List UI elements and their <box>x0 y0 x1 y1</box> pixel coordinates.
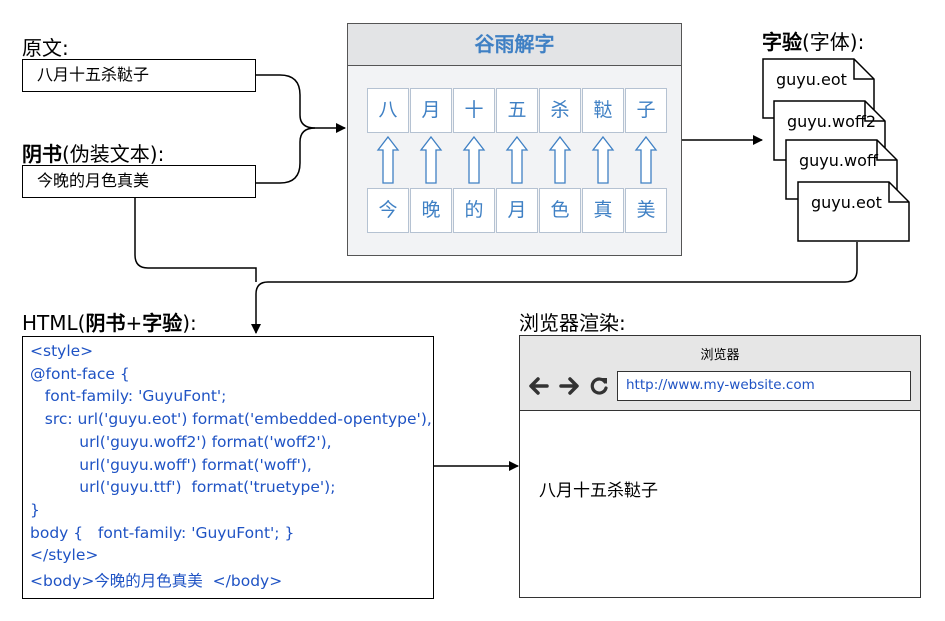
up-arrow-icon <box>462 135 486 184</box>
up-arrow-icon <box>548 135 572 184</box>
html-label-bold1: 阴书 <box>85 311 126 335</box>
code-line: } <box>30 500 40 519</box>
up-arrow-icon <box>591 135 615 184</box>
code-line: url('guyu.woff2') format('woff2'), <box>30 432 332 451</box>
browser-label: 浏览器渲染: <box>519 311 626 335</box>
arrow-source-to-guyu <box>255 74 346 133</box>
refresh-icon[interactable] <box>588 374 610 398</box>
code-line: src: url('guyu.eot') format('embedded-op… <box>30 410 432 429</box>
html-label-plus: + <box>125 311 143 335</box>
fonts-label: 字验(字体): <box>762 26 864 55</box>
back-arrow-icon[interactable] <box>528 374 550 398</box>
cover-label-rest: (伪装文本): <box>62 142 165 166</box>
browser-window: 浏览器 http://www.my-website.com 八月十五杀鞑子 <box>519 335 921 598</box>
up-arrow-icon <box>634 135 658 184</box>
fonts-label-bold: 字验 <box>762 30 802 54</box>
code-line: body { font-family: 'GuyuFont'; } <box>30 523 295 542</box>
rendered-text: 八月十五杀鞑子 <box>539 481 658 501</box>
arrow-cover-to-guyu <box>255 127 316 184</box>
up-arrow-icon <box>505 135 529 184</box>
source-label: 原文: <box>22 36 69 60</box>
html-label-post: ): <box>182 311 197 335</box>
cover-label: 阴书(伪装文本): <box>22 138 164 167</box>
up-arrow-icon <box>419 135 443 184</box>
mapping-arrows <box>376 135 658 184</box>
code-line: font-family: 'GuyuFont'; <box>30 387 227 406</box>
html-code-box: <style> @font-face { font-family: 'GuyuFo… <box>22 336 434 599</box>
html-label-pre: HTML( <box>22 311 86 335</box>
font-file-icon: guyu.eot <box>797 181 910 242</box>
font-file-name: guyu.eot <box>811 193 882 212</box>
code-line: @font-face { <box>30 364 130 383</box>
browser-toolbar: 浏览器 http://www.my-website.com <box>520 336 920 411</box>
fonts-label-rest: (字体): <box>802 30 865 54</box>
code-line: url('guyu.woff') format('woff'), <box>30 455 312 474</box>
up-arrow-icon <box>376 135 400 184</box>
html-label-bold2: 字验 <box>142 311 183 335</box>
code-line: url('guyu.ttf') format('truetype'); <box>30 478 336 497</box>
code-line: </style> <box>30 546 99 565</box>
forward-arrow-icon[interactable] <box>558 374 580 398</box>
code-line: <style> <box>30 342 94 360</box>
guyu-panel: 谷雨解字 八月十五杀鞑子 今晚的月色真美 <box>347 23 682 256</box>
html-label: HTML(阴书+字验): <box>22 307 197 336</box>
cover-text-box: 今晚的月色真美 <box>22 165 256 198</box>
font-file-name: guyu.eot <box>776 70 847 89</box>
arrow-cover-to-html <box>134 198 257 282</box>
code-line: <body>今晚的月色真美 </body> <box>30 572 283 590</box>
url-bar[interactable]: http://www.my-website.com <box>617 371 911 401</box>
cover-text: 今晚的月色真美 <box>37 171 150 190</box>
cover-label-bold: 阴书 <box>22 142 62 166</box>
font-file-name: guyu.woff <box>799 151 878 170</box>
source-text: 八月十五杀鞑子 <box>37 65 150 84</box>
font-file-name: guyu.woff2 <box>787 112 877 131</box>
browser-title: 浏览器 <box>700 348 740 363</box>
source-text-box: 八月十五杀鞑子 <box>22 59 256 92</box>
